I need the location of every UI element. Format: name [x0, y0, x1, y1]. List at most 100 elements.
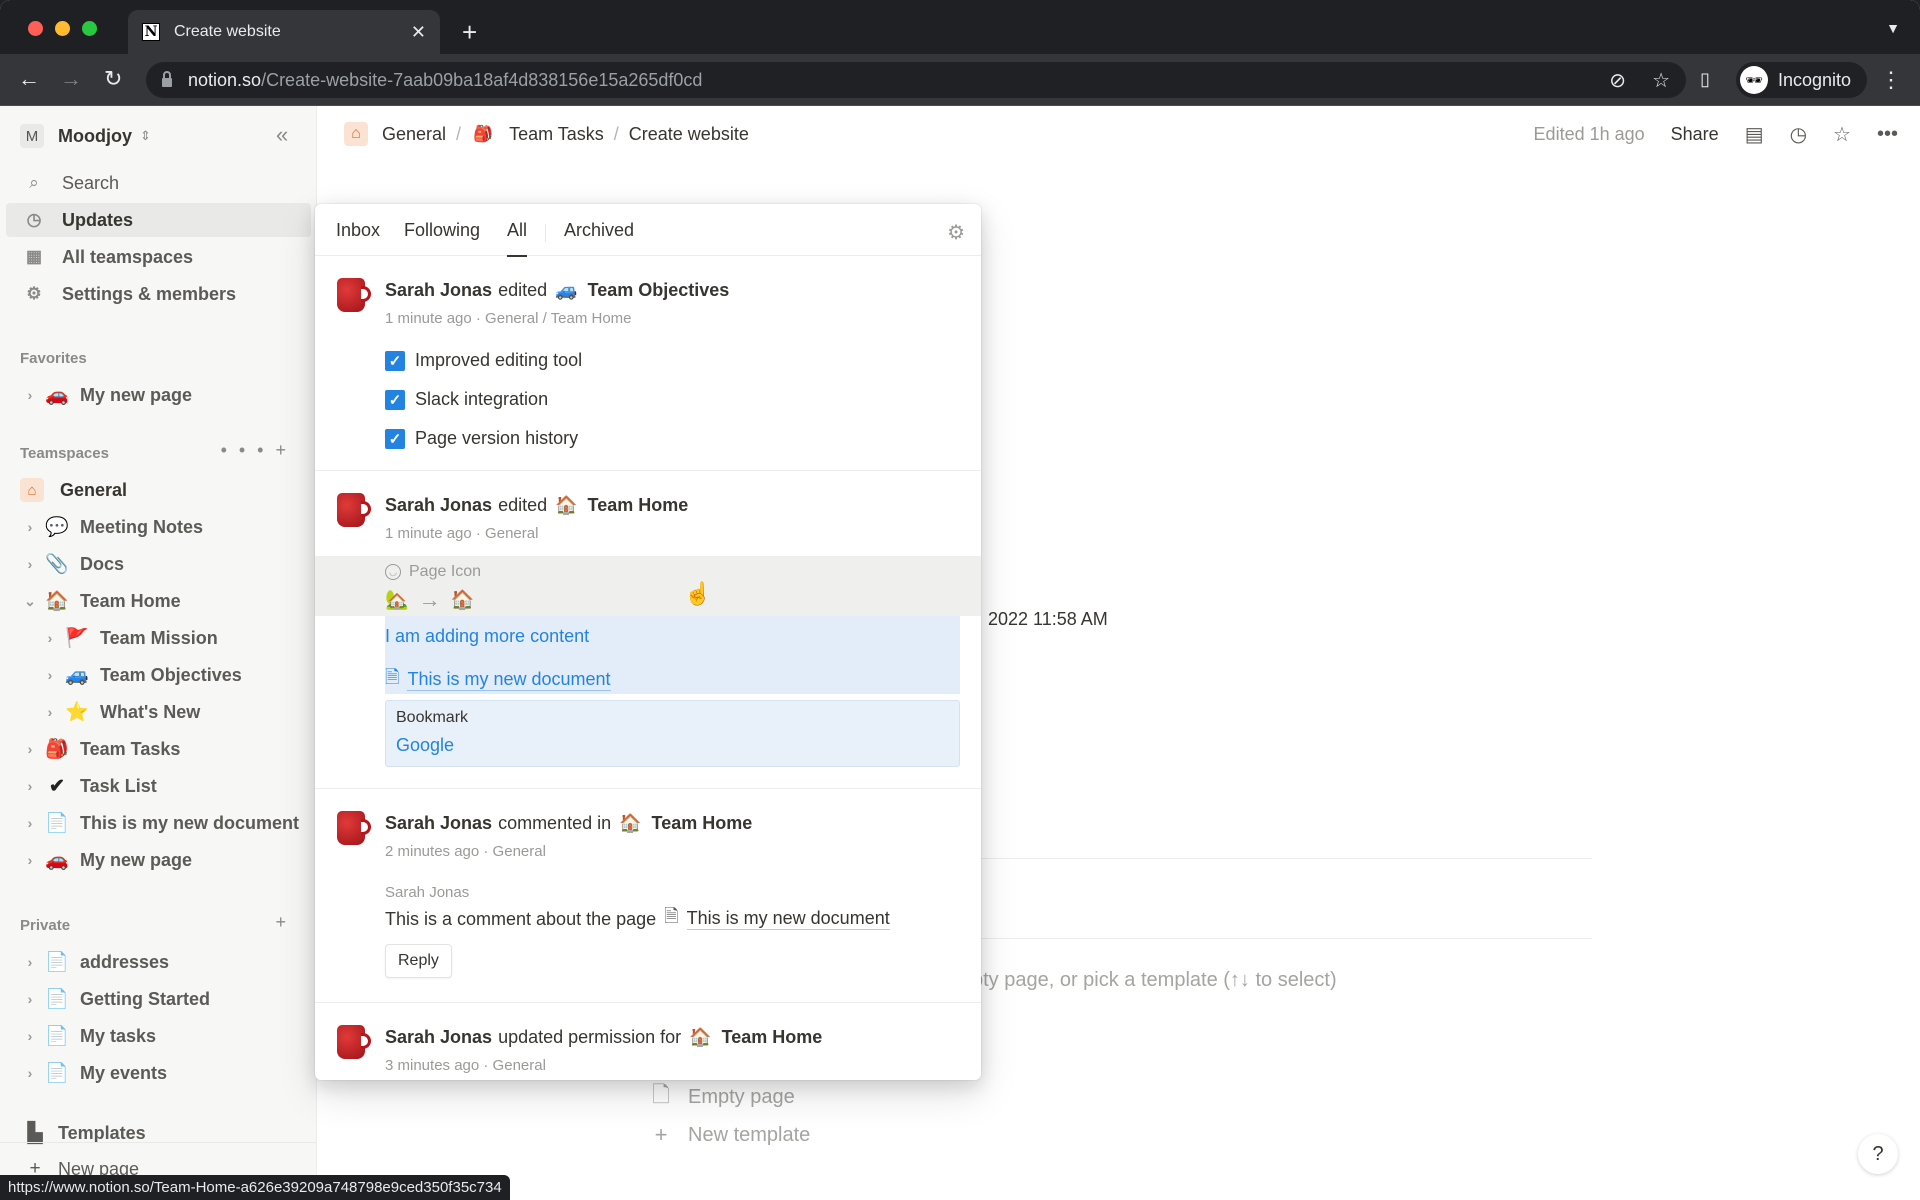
- comment-page-link[interactable]: This is my new document: [686, 908, 890, 930]
- tree-item[interactable]: › 💬 Meeting Notes: [6, 510, 311, 544]
- favorite-item[interactable]: › 🚗 My new page: [6, 378, 311, 412]
- expand-chevron-icon[interactable]: ›: [40, 704, 60, 720]
- hand-cursor-icon: ☝: [684, 581, 712, 606]
- templates-item[interactable]: ▙ Templates: [6, 1116, 311, 1150]
- tab-inbox[interactable]: Inbox: [336, 220, 380, 241]
- collapse-sidebar-icon[interactable]: «: [276, 122, 288, 148]
- back-button[interactable]: ←: [18, 66, 40, 92]
- bookmark-block[interactable]: Bookmark Google: [385, 700, 960, 767]
- reload-button[interactable]: ↻: [104, 66, 122, 92]
- forward-button[interactable]: →: [60, 66, 82, 92]
- empty-page-option[interactable]: 🗋 Empty page: [650, 1078, 795, 1116]
- avatar: [337, 276, 373, 312]
- private-heading: Private: [20, 917, 71, 934]
- tracking-protection-icon[interactable]: ⊘: [1609, 68, 1626, 93]
- minimize-window-button[interactable]: [55, 21, 70, 36]
- tab-bar: N Create website ✕ + ▼: [0, 0, 1920, 54]
- collapse-chevron-icon[interactable]: ⌄: [20, 593, 40, 610]
- expand-chevron-icon[interactable]: ›: [40, 667, 60, 683]
- expand-chevron-icon[interactable]: ›: [20, 1028, 40, 1044]
- expand-chevron-icon[interactable]: ›: [20, 815, 40, 831]
- expand-chevron-icon[interactable]: ›: [20, 1065, 40, 1081]
- sidebar-item-all-teamspaces[interactable]: ▦ All teamspaces: [6, 240, 311, 274]
- avatar: [337, 491, 373, 527]
- expand-chevron-icon[interactable]: ›: [20, 954, 40, 970]
- favorite-star-icon[interactable]: ☆: [1833, 122, 1851, 147]
- maximize-window-button[interactable]: [82, 21, 97, 36]
- page-link[interactable]: Team Home: [652, 813, 753, 834]
- tree-item[interactable]: › 🚗 My new page: [6, 843, 311, 877]
- activity-item[interactable]: Sarah Jonas updated permission for 🏠 Tea…: [315, 1003, 981, 1080]
- page-link[interactable]: Team Home: [722, 1027, 823, 1048]
- expand-chevron-icon[interactable]: ›: [20, 741, 40, 757]
- tree-item[interactable]: ⌄ 🏠 Team Home: [6, 584, 311, 618]
- bookmark-link[interactable]: Google: [396, 735, 454, 756]
- tree-item[interactable]: › 📄 addresses: [6, 945, 311, 979]
- help-button[interactable]: ?: [1858, 1134, 1898, 1174]
- new-template-option[interactable]: + New template: [650, 1122, 811, 1148]
- sidebar-item-updates[interactable]: ◷ Updates: [6, 203, 311, 237]
- close-tab-icon[interactable]: ✕: [411, 22, 426, 43]
- comments-icon[interactable]: ▤: [1745, 122, 1764, 147]
- browser-tab[interactable]: N Create website ✕: [128, 10, 440, 54]
- speech-bubble-icon: 💬: [45, 517, 69, 538]
- expand-chevron-icon[interactable]: ›: [20, 991, 40, 1007]
- activity-item[interactable]: Sarah Jonas commented in 🏠 Team Home 2 m…: [315, 789, 981, 1002]
- profile-button[interactable]: 🕶 Incognito: [1736, 62, 1868, 98]
- link-hover-status: https://www.notion.so/Team-Home-a626e392…: [0, 1175, 510, 1200]
- tab-all[interactable]: All: [507, 220, 528, 257]
- tree-item[interactable]: › 🚙 Team Objectives: [6, 658, 311, 692]
- share-button[interactable]: Share: [1671, 124, 1719, 145]
- date-property-value[interactable]: 2022 11:58 AM: [988, 609, 1108, 630]
- added-page-link[interactable]: 🗎 This is my new document: [385, 665, 611, 695]
- breadcrumb-create-website[interactable]: Create website: [629, 124, 749, 145]
- tab-search-chevron-icon[interactable]: ▼: [1886, 20, 1900, 36]
- house-icon: 🏠: [619, 813, 642, 833]
- tree-item[interactable]: › ⭐ What's New: [6, 695, 311, 729]
- page-icon-change-label: ◡ Page Icon: [385, 563, 481, 581]
- actor-name: Sarah Jonas: [385, 1027, 493, 1047]
- workspace-switcher[interactable]: M Moodjoy ⇕: [20, 122, 151, 150]
- more-options-icon[interactable]: •••: [1877, 123, 1898, 146]
- page-link[interactable]: Team Home: [588, 495, 689, 516]
- tree-item[interactable]: › 📎 Docs: [6, 547, 311, 581]
- expand-chevron-icon[interactable]: ›: [20, 387, 40, 403]
- teamspaces-actions[interactable]: •••+: [221, 440, 298, 461]
- updates-tabs: Inbox Following All Archived ⚙: [315, 204, 981, 257]
- close-window-button[interactable]: [28, 21, 43, 36]
- tree-item[interactable]: › 📄 My events: [6, 1056, 311, 1090]
- tab-title: Create website: [174, 23, 281, 40]
- expand-chevron-icon[interactable]: ›: [20, 778, 40, 794]
- breadcrumb-general[interactable]: General: [382, 124, 446, 145]
- history-clock-icon[interactable]: ◷: [1790, 122, 1807, 147]
- updates-settings-gear-icon[interactable]: ⚙: [947, 220, 965, 245]
- tab-following[interactable]: Following: [404, 220, 480, 241]
- sidebar-item-settings[interactable]: ⚙ Settings & members: [6, 277, 311, 311]
- tree-item[interactable]: › 📄 Getting Started: [6, 982, 311, 1016]
- expand-chevron-icon[interactable]: ›: [20, 519, 40, 535]
- breadcrumb-team-tasks[interactable]: Team Tasks: [509, 124, 604, 145]
- reply-button[interactable]: Reply: [385, 944, 452, 978]
- bookmark-star-icon[interactable]: ☆: [1652, 68, 1670, 93]
- expand-chevron-icon[interactable]: ›: [20, 556, 40, 572]
- browser-menu-icon[interactable]: ⋮: [1880, 67, 1902, 93]
- workspace-name: Moodjoy: [58, 125, 132, 146]
- tree-item[interactable]: › ✔ Task List: [6, 769, 311, 803]
- expand-chevron-icon[interactable]: ›: [20, 852, 40, 868]
- page-link[interactable]: Team Objectives: [588, 280, 730, 301]
- activity-item[interactable]: Sarah Jonas edited 🚙 Team Objectives 1 m…: [315, 256, 981, 470]
- new-tab-button[interactable]: +: [462, 18, 477, 46]
- tab-archived[interactable]: Archived: [564, 220, 634, 241]
- expand-chevron-icon[interactable]: ›: [40, 630, 60, 646]
- tree-item[interactable]: › 📄 This is my new document: [6, 806, 311, 840]
- tree-item[interactable]: › 📄 My tasks: [6, 1019, 311, 1053]
- lock-icon[interactable]: [162, 70, 172, 87]
- sidebar-item-search[interactable]: ⌕ Search: [6, 166, 311, 200]
- add-private-page-button[interactable]: +: [275, 912, 298, 933]
- teamspace-general[interactable]: ⌂ General: [6, 473, 311, 507]
- side-panel-icon[interactable]: ▯: [1700, 66, 1710, 92]
- tree-item[interactable]: › 🚩 Team Mission: [6, 621, 311, 655]
- activity-item[interactable]: Sarah Jonas edited 🏠 Team Home 1 minute …: [315, 471, 981, 788]
- tree-item[interactable]: › 🎒 Team Tasks: [6, 732, 311, 766]
- address-bar[interactable]: notion.so/Create-website-7aab09ba18af4d8…: [146, 62, 1686, 98]
